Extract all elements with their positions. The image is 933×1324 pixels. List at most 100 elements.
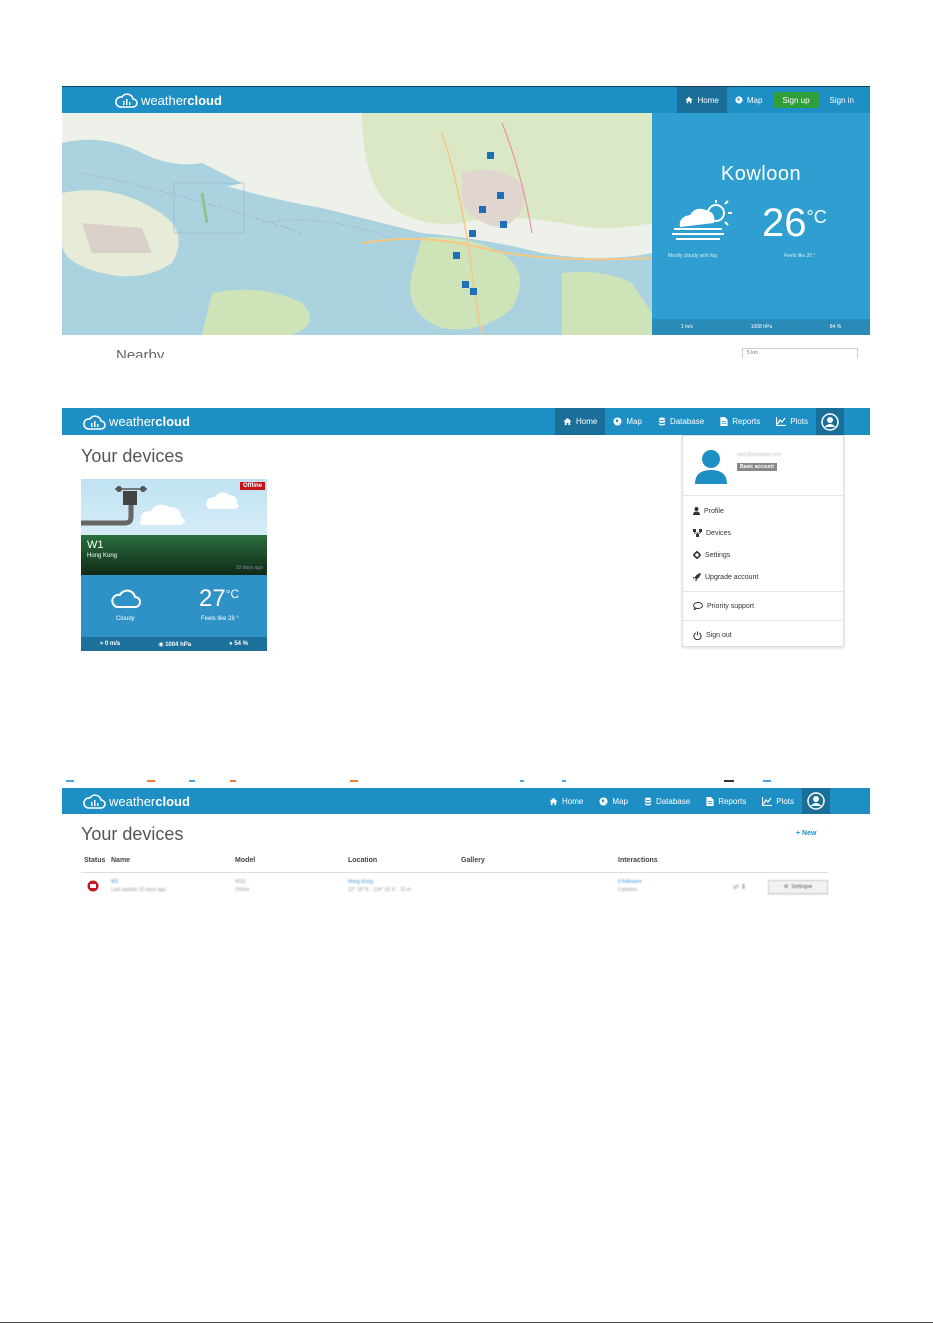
logo-text: weathercloud xyxy=(141,92,222,108)
feels-like: Feels like 26 ° xyxy=(784,253,816,259)
device-last-update: Last update 10 days ago xyxy=(111,887,166,893)
top-navbar: weathercloud Home Map Database Reports P… xyxy=(62,788,870,814)
logo-text: weathercloud xyxy=(109,414,190,429)
user-avatar-icon xyxy=(695,450,727,484)
cloud-logo-icon xyxy=(115,93,138,108)
nearby-distance-select[interactable]: 5 km xyxy=(742,348,858,358)
user-avatar-icon xyxy=(821,412,839,431)
column-status: Status xyxy=(84,857,106,864)
current-temperature: 26°C xyxy=(762,201,827,245)
nav-home[interactable]: Home xyxy=(677,87,727,113)
menu-upgrade-account[interactable]: Upgrade account xyxy=(683,566,843,588)
column-name: Name xyxy=(111,857,131,864)
device-settings-button[interactable]: ⚙ Settings ▾ xyxy=(768,880,828,894)
column-interactions: Interactions xyxy=(618,857,658,864)
cloud-icon xyxy=(111,589,141,608)
nav-menu: Home Map Sign up Sign in xyxy=(677,87,862,113)
device-followers-link[interactable]: 0 followers xyxy=(618,879,642,885)
device-photos: 0 photos xyxy=(618,887,638,893)
screenshot-devices-dropdown: weathercloud Home Map Database Reports P… xyxy=(62,408,870,658)
nav-plots[interactable]: Plots xyxy=(768,408,816,435)
device-card[interactable]: Offline W1 Hong Kong 10 days ago Cloudy … xyxy=(81,479,267,651)
cloud-logo-icon xyxy=(83,794,106,809)
globe-icon xyxy=(613,417,622,426)
account-type-badge: Basic account xyxy=(737,463,777,471)
station-map[interactable] xyxy=(62,113,652,335)
share-icon[interactable]: ⇄ ⬇ xyxy=(733,883,747,891)
humidity-stat: 84 % xyxy=(829,324,842,330)
user-icon xyxy=(693,507,700,515)
menu-settings[interactable]: Settings xyxy=(683,544,843,566)
nav-plots[interactable]: Plots xyxy=(754,788,802,814)
offline-badge: Offline xyxy=(240,482,265,490)
nav-home[interactable]: Home xyxy=(541,788,591,814)
humidity-stat: ● 54 % xyxy=(229,641,249,647)
device-stats: ≈ 0 m/s ◉ 1004 hPa ● 54 % xyxy=(81,637,267,651)
cloud-logo-icon xyxy=(83,414,106,430)
menu-sign-out[interactable]: Sign out xyxy=(683,624,843,646)
nav-map[interactable]: Map xyxy=(605,408,650,435)
nav-database[interactable]: Database xyxy=(650,408,712,435)
nav-menu: Home Map Database Reports Plots xyxy=(555,408,844,435)
device-location: Hong Kong xyxy=(87,553,118,559)
city-name: Kowloon xyxy=(720,163,802,185)
user-menu-button[interactable] xyxy=(802,788,830,814)
device-coordinates: 22° 18' N · 114° 10' E · 15 m xyxy=(348,887,412,893)
chat-bubble-icon xyxy=(693,602,703,610)
globe-icon xyxy=(735,96,743,104)
sitemap-icon xyxy=(693,529,702,537)
weathercloud-logo[interactable]: weathercloud xyxy=(82,408,190,435)
report-icon xyxy=(706,796,714,806)
screenshot-home-page: weathercloud Home Map Sign up Sign in Ko… xyxy=(62,86,870,358)
pressure-stat: 1008 hPa xyxy=(750,324,773,330)
signup-button[interactable]: Sign up xyxy=(773,92,819,108)
pressure-stat: ◉ 1004 hPa xyxy=(158,641,192,648)
page-title: Your devices xyxy=(81,446,184,466)
cloudy-fog-icon xyxy=(672,200,732,240)
column-gallery: Gallery xyxy=(461,857,485,864)
report-icon xyxy=(720,417,728,426)
new-device-link[interactable]: + New xyxy=(796,830,816,837)
nav-reports[interactable]: Reports xyxy=(712,408,768,435)
nav-map[interactable]: Map xyxy=(727,87,771,113)
power-icon xyxy=(693,630,702,640)
menu-priority-support[interactable]: Priority support xyxy=(683,595,843,617)
page-title: Your devices xyxy=(81,824,184,844)
device-location-link[interactable]: Hong Kong xyxy=(348,879,373,885)
nav-menu: Home Map Database Reports Plots xyxy=(541,788,830,814)
home-icon xyxy=(549,797,558,805)
nav-map[interactable]: Map xyxy=(591,788,636,814)
nearby-heading: Nearby xyxy=(116,347,165,358)
logo-text: weathercloud xyxy=(109,793,190,809)
weather-stats-bar: 1 m/s 1008 hPa 84 % xyxy=(652,319,870,335)
offline-status-icon xyxy=(87,880,99,892)
column-location: Location xyxy=(348,857,378,864)
device-model-status: Online xyxy=(235,887,250,893)
line-chart-icon xyxy=(762,796,773,806)
nav-home[interactable]: Home xyxy=(555,408,606,435)
column-model: Model xyxy=(235,857,256,864)
nav-database[interactable]: Database xyxy=(636,788,698,814)
account-email: user@example.com xyxy=(737,452,782,458)
weathercloud-logo[interactable]: weathercloud xyxy=(114,87,222,113)
weather-description: Mostly cloudy with fog xyxy=(668,253,717,259)
signin-link[interactable]: Sign in xyxy=(822,87,862,113)
screenshot-devices-list: weathercloud Home Map Database Reports P… xyxy=(62,788,870,903)
nav-reports[interactable]: Reports xyxy=(698,788,754,814)
condition-label: Cloudy xyxy=(116,616,135,622)
user-menu-button[interactable] xyxy=(816,408,844,435)
menu-devices[interactable]: Devices xyxy=(683,522,843,544)
top-navbar: weathercloud Home Map Database Reports P… xyxy=(62,408,870,435)
user-dropdown-menu: user@example.com Basic account Profile D… xyxy=(682,435,844,647)
device-name-link[interactable]: W1 xyxy=(111,879,119,885)
account-summary: user@example.com Basic account xyxy=(683,436,843,496)
home-icon xyxy=(563,417,572,426)
menu-profile[interactable]: Profile xyxy=(683,500,843,522)
current-weather-panel: Kowloon 26°C Mostly cloudy with fog Feel… xyxy=(652,113,870,335)
database-icon xyxy=(658,417,666,426)
database-icon xyxy=(644,796,652,806)
wind-stat: ≈ 0 m/s xyxy=(99,641,121,647)
device-model: WS2 xyxy=(235,879,246,885)
last-update: 10 days ago xyxy=(235,565,263,571)
weathercloud-logo[interactable]: weathercloud xyxy=(82,788,190,814)
